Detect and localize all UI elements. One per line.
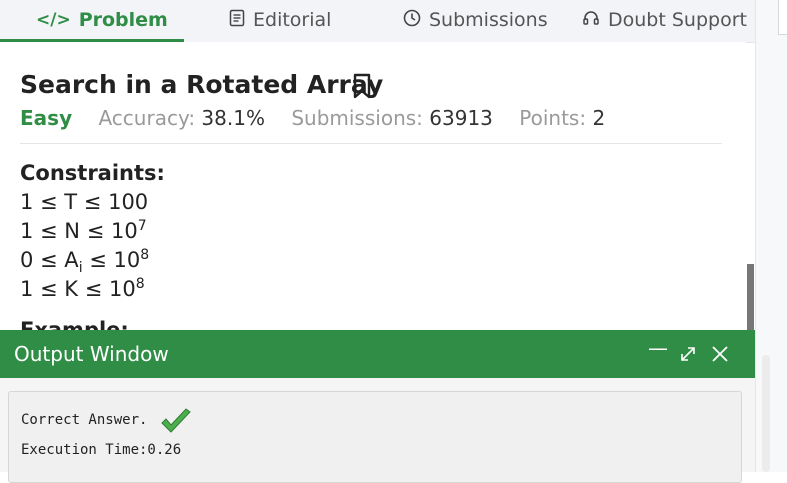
output-window-header: Output Window — bbox=[0, 330, 755, 378]
tab-problem-label: Problem bbox=[78, 9, 168, 31]
accuracy-value: 38.1% bbox=[201, 106, 265, 130]
tab-doubt-support-label: Doubt Support bbox=[608, 9, 747, 31]
tab-bar: </> Problem Editorial Submissions Doubt … bbox=[0, 0, 755, 43]
right-panel-edge bbox=[755, 0, 787, 472]
expand-icon[interactable] bbox=[679, 344, 697, 368]
document-icon bbox=[229, 9, 245, 32]
problem-title: Search in a Rotated Array bbox=[20, 70, 384, 99]
tab-editorial[interactable]: Editorial bbox=[229, 0, 331, 40]
tab-problem[interactable]: </> Problem bbox=[36, 0, 168, 40]
clock-icon bbox=[403, 9, 421, 32]
close-icon[interactable] bbox=[711, 344, 729, 368]
output-window-title: Output Window bbox=[14, 342, 169, 366]
constraint-line: 0 ≤ Ai ≤ 108 bbox=[20, 247, 150, 277]
constraint-line: 1 ≤ T ≤ 100 bbox=[20, 190, 149, 214]
result-text: Correct Answer. bbox=[21, 412, 148, 428]
problem-meta: Easy Accuracy: 38.1% Submissions: 63913 … bbox=[20, 106, 625, 130]
difficulty-badge: Easy bbox=[20, 106, 73, 130]
divider bbox=[20, 143, 722, 144]
right-panel-topbox bbox=[778, 0, 787, 35]
minimize-icon[interactable]: — bbox=[648, 336, 668, 360]
constraint-line: 1 ≤ N ≤ 107 bbox=[20, 218, 147, 243]
bookmark-icon[interactable] bbox=[352, 73, 372, 99]
submissions-label: Submissions: bbox=[291, 106, 423, 130]
checkmark-icon bbox=[161, 408, 191, 433]
code-icon: </> bbox=[36, 10, 71, 30]
points-value: 2 bbox=[592, 106, 606, 130]
tab-doubt-support[interactable]: Doubt Support bbox=[582, 0, 747, 40]
points-label: Points: bbox=[519, 106, 587, 130]
accuracy-label: Accuracy: bbox=[98, 106, 196, 130]
problem-scrollbar-thumb[interactable] bbox=[747, 264, 754, 330]
tab-submissions-label: Submissions bbox=[429, 9, 548, 31]
output-console: Correct Answer. Execution Time:0.26 bbox=[8, 391, 742, 483]
output-window-body: Correct Answer. Execution Time:0.26 bbox=[0, 378, 755, 483]
tab-submissions[interactable]: Submissions bbox=[403, 0, 548, 40]
right-scrollbar[interactable] bbox=[762, 355, 770, 472]
submissions-value: 63913 bbox=[429, 106, 493, 130]
execution-time-text: Execution Time:0.26 bbox=[21, 442, 182, 458]
constraints-heading: Constraints: bbox=[20, 161, 165, 185]
constraint-line: 1 ≤ K ≤ 108 bbox=[20, 276, 145, 301]
tab-editorial-label: Editorial bbox=[253, 9, 332, 31]
headset-icon bbox=[582, 9, 600, 32]
example-heading: Example: bbox=[20, 318, 129, 330]
problem-panel: Search in a Rotated Array Easy Accuracy:… bbox=[0, 42, 746, 330]
